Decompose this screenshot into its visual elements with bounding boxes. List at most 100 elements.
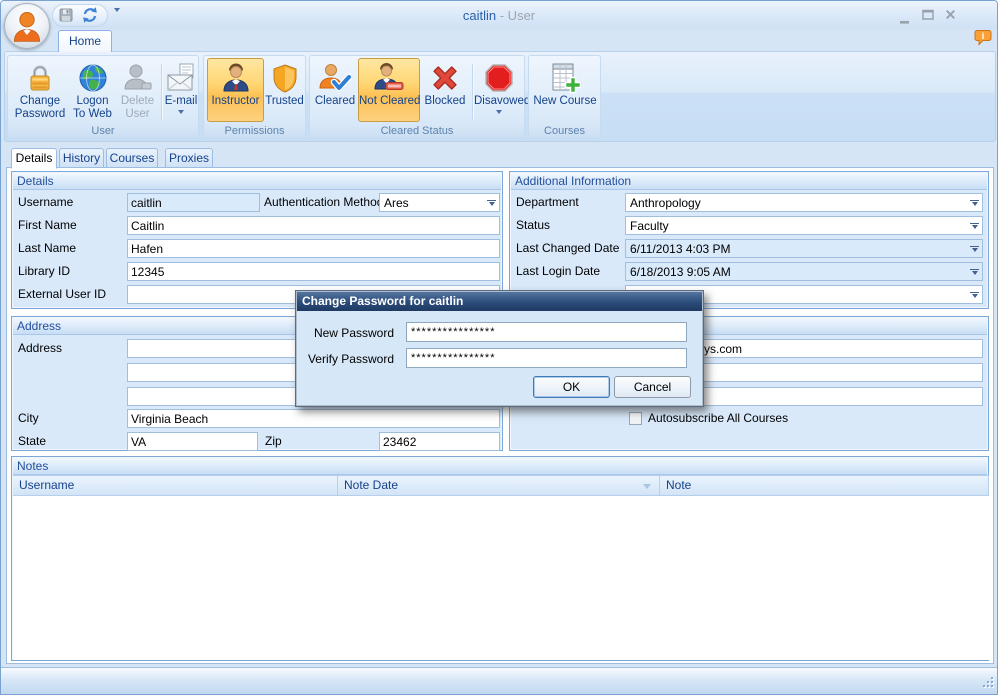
maximize-button[interactable] [922,9,934,23]
new-course-button[interactable]: New Course [531,58,599,122]
department-label: Department [516,193,579,212]
combo-arrow-icon [970,223,979,224]
sort-descending-icon [643,484,651,489]
group-label-courses: Courses [529,124,600,138]
notes-column-username[interactable]: Username [13,475,338,496]
group-label-cleared-status: Cleared Status [310,124,524,138]
person-suit-icon [220,62,252,94]
combo-arrow-icon [487,200,496,201]
details-panel-header: Details [13,173,501,190]
group-label-permissions: Permissions [204,124,305,138]
svg-text:i: i [982,31,985,41]
notes-panel-header: Notes [13,458,987,475]
combo-arrow-icon [970,269,979,270]
window-title: caitlin - User [1,8,997,23]
autosubscribe-label: Autosubscribe All Courses [648,409,788,428]
auth-method-label: Authentication Method [264,193,383,212]
help-info-icon[interactable]: i [974,29,992,49]
change-password-button[interactable]: Change Password [11,58,69,122]
red-x-icon [429,62,461,94]
ribbon-group-user: Change Password Logon To Web Delete User [7,55,199,139]
chevron-down-icon [496,110,502,114]
notes-grid-body[interactable] [13,496,989,660]
logon-to-web-button[interactable]: Logon To Web [69,58,116,122]
city-field[interactable] [127,409,500,428]
additional-info-panel: Additional Information Department Anthro… [509,171,989,309]
minimize-button[interactable] [900,14,910,28]
group-separator [161,64,162,120]
status-label: Status [516,216,550,235]
application-window: caitlin - User Home i Change Password [0,0,998,695]
grid-plus-icon [549,62,581,94]
last-changed-date-label: Last Changed Date [516,239,619,258]
new-password-label: New Password [306,323,394,343]
cleared-button[interactable]: Cleared [312,58,358,122]
shield-icon [269,62,301,94]
zip-field[interactable] [379,432,500,451]
library-id-field[interactable] [127,262,500,281]
padlock-icon [24,62,56,94]
trusted-button[interactable]: Trusted [264,58,305,122]
person-gray-icon [122,62,154,94]
ok-button[interactable]: OK [533,376,610,398]
last-name-label: Last Name [18,239,76,258]
disavowed-button[interactable]: Disavowed [473,58,524,122]
notes-panel: Notes Username Note Date Note [11,456,989,661]
tab-details[interactable]: Details [11,148,57,169]
username-field[interactable] [127,193,260,212]
ribbon-group-courses: New Course Courses [528,55,601,139]
instructor-button[interactable]: Instructor [207,58,264,122]
last-login-date-label: Last Login Date [516,262,600,281]
delete-user-button: Delete User [116,58,159,122]
zip-label: Zip [265,432,282,451]
state-label: State [18,432,46,451]
last-changed-date-combo[interactable]: 6/11/2013 4:03 PM [625,239,983,258]
last-login-date-combo[interactable]: 6/18/2013 9:05 AM [625,262,983,281]
globe-icon [77,62,109,94]
blocked-button[interactable]: Blocked [420,58,470,122]
new-password-field[interactable] [406,322,687,342]
city-label: City [18,409,39,428]
first-name-field[interactable] [127,216,500,235]
chevron-down-icon [178,110,184,114]
application-orb-button[interactable] [4,3,50,49]
additional-info-panel-header: Additional Information [511,173,987,190]
verify-password-label: Verify Password [306,349,394,369]
close-button[interactable] [945,9,956,23]
notes-column-note-date[interactable]: Note Date [338,475,660,496]
tab-history[interactable]: History [59,148,104,168]
auth-method-combo[interactable]: Ares [379,193,500,212]
first-name-label: First Name [18,216,77,235]
person-red-bar-icon [373,62,405,94]
user-avatar-icon [9,8,45,44]
autosubscribe-checkbox[interactable] [629,412,642,425]
combo-arrow-icon [970,292,979,293]
dialog-title-bar: Change Password for caitlin [297,292,702,311]
status-bar [1,667,997,694]
resize-grip-icon[interactable] [982,676,995,692]
ribbon: Change Password Logon To Web Delete User [4,51,996,142]
last-name-field[interactable] [127,239,500,258]
details-panel: Details Username Authentication Method A… [11,171,503,309]
combo-arrow-icon [970,200,979,201]
email-button[interactable]: E-mail [163,58,199,122]
cancel-button[interactable]: Cancel [614,376,691,398]
tab-proxies[interactable]: Proxies [165,148,213,168]
not-cleared-button[interactable]: Not Cleared [358,58,420,122]
title-bar: caitlin - User [1,1,997,29]
ribbon-tab-home[interactable]: Home [58,30,112,52]
stop-octagon-icon [483,62,515,94]
ribbon-group-permissions: Instructor Trusted Permissions [203,55,306,139]
ribbon-group-cleared-status: Cleared Not Cleared Blocked Disavowed [309,55,525,139]
group-label-user: User [8,124,198,138]
state-field[interactable] [127,432,258,451]
verify-password-field[interactable] [406,348,687,368]
envelope-icon [165,62,197,94]
tab-courses[interactable]: Courses [106,148,158,168]
department-combo[interactable]: Anthropology [625,193,983,212]
person-check-icon [319,62,351,94]
library-id-label: Library ID [18,262,70,281]
notes-column-note[interactable]: Note [660,475,989,496]
status-combo[interactable]: Faculty [625,216,983,235]
external-user-id-label: External User ID [18,285,106,304]
